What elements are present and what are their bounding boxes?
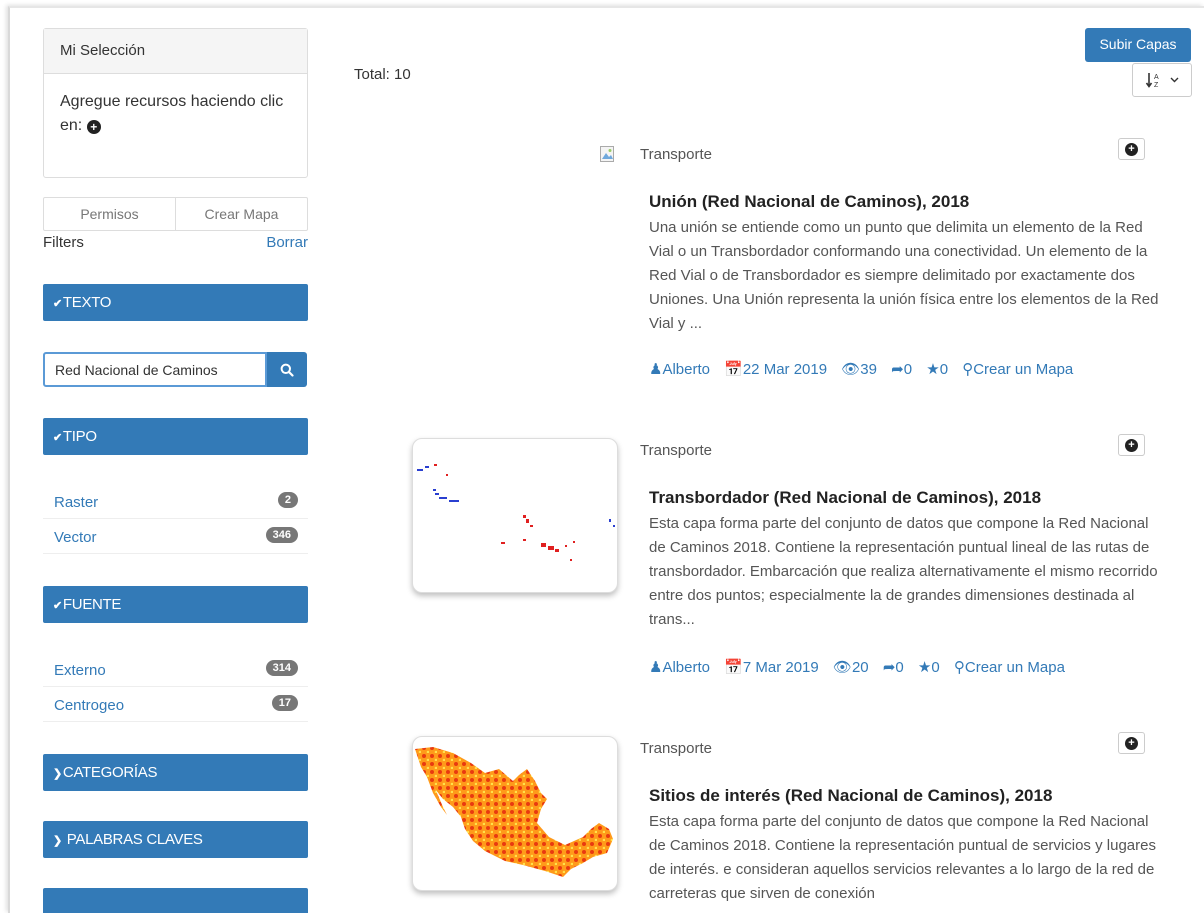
results-total: Total: 10 [354, 66, 411, 83]
stars-count: ★0 [926, 361, 949, 378]
eye-icon: 👁 [841, 361, 861, 378]
sidebar-button-group: Permisos Crear Mapa [43, 197, 308, 231]
result-title[interactable]: Sitios de interés (Red Nacional de Camin… [649, 786, 1052, 806]
count-badge: 17 [271, 695, 298, 711]
map-marker-icon: ⚲ [953, 659, 965, 676]
user-icon: ♟ [649, 361, 663, 378]
tipo-list: Raster 2 Vector 346 [43, 484, 308, 554]
count-badge: 346 [265, 527, 298, 543]
result-category: Transporte [640, 740, 712, 757]
result-description: Esta capa forma parte del conjunto de da… [649, 515, 1158, 628]
result-title[interactable]: Transbordador (Red Nacional de Caminos),… [649, 488, 1041, 508]
facet-tipo-header[interactable]: ✔TIPO [43, 418, 308, 455]
text-search [43, 352, 307, 387]
sort-alpha-icon: A Z [1145, 73, 1159, 89]
svg-text:Z: Z [1154, 82, 1159, 89]
chevron-right-icon: ❯ [53, 835, 62, 847]
facet-fuente-header[interactable]: ✔FUENTE [43, 586, 308, 623]
views-count: 👁20 [832, 659, 869, 676]
ferry-map-preview [417, 464, 615, 561]
broken-image-icon [600, 146, 614, 162]
facet-categorias-label: CATEGORÍAS [62, 764, 158, 781]
search-button[interactable] [267, 352, 307, 387]
result-thumbnail[interactable] [412, 736, 618, 891]
result-description: Una unión se entiende como un punto que … [649, 219, 1159, 332]
selection-title: Mi Selección [44, 29, 307, 74]
facet-tipo-label: TIPO [62, 428, 97, 445]
add-to-selection-button[interactable]: + [1118, 138, 1145, 160]
author-link[interactable]: ♟Alberto [649, 659, 710, 676]
crear-mapa-button[interactable]: Crear Mapa [175, 198, 307, 230]
views-count: 👁39 [841, 361, 877, 378]
result-category: Transporte [640, 146, 712, 163]
facet-palabras-label: PALABRAS CLAVES [66, 831, 203, 848]
list-item-raster[interactable]: Raster 2 [43, 484, 308, 519]
shares-count: ➦0 [882, 659, 904, 676]
plus-circle-icon: + [86, 120, 101, 134]
count-badge: 314 [265, 660, 298, 676]
facet-categorias-header[interactable]: ❯CATEGORÍAS [43, 754, 308, 791]
shares-count: ➦0 [891, 361, 913, 378]
author-link[interactable]: ♟Alberto [649, 361, 710, 378]
list-item-label: Raster [54, 494, 99, 511]
facet-palabras-header[interactable]: ❯ PALABRAS CLAVES [43, 821, 308, 858]
facet-next-header[interactable] [43, 888, 308, 913]
sort-dropdown[interactable]: A Z [1132, 63, 1192, 97]
calendar-icon: 📅 [724, 659, 743, 676]
permisos-button[interactable]: Permisos [44, 198, 175, 230]
star-icon: ★ [926, 361, 940, 378]
page-frame: Mi Selección Agregue recursos haciendo c… [8, 6, 1204, 913]
search-input[interactable] [43, 352, 268, 387]
plus-circle-icon: + [1125, 736, 1138, 750]
chevron-down-icon: ✔ [53, 432, 62, 444]
selection-body: Agregue recursos haciendo clic en: + [44, 74, 307, 154]
result-description: Esta capa forma parte del conjunto de da… [649, 813, 1156, 902]
mexico-heat-map-preview [415, 747, 613, 877]
date-label: 📅7 Mar 2019 [724, 659, 819, 676]
facet-texto-header[interactable]: ✔TEXTO [43, 284, 308, 321]
result-category: Transporte [640, 442, 712, 459]
search-icon [280, 363, 294, 377]
svg-text:A: A [1154, 74, 1159, 81]
chevron-down-icon: ✔ [53, 600, 62, 612]
result-meta: ♟Alberto 📅22 Mar 2019 👁39 ➦0 ★0 ⚲Crear u… [649, 360, 1083, 378]
chevron-right-icon: ❯ [53, 768, 62, 780]
user-icon: ♟ [649, 659, 663, 676]
list-item-centrogeo[interactable]: Centrogeo 17 [43, 687, 308, 722]
map-marker-icon: ⚲ [962, 361, 974, 378]
stars-count: ★0 [917, 659, 940, 676]
fuente-list: Externo 314 Centrogeo 17 [43, 652, 308, 722]
date-label: 📅22 Mar 2019 [724, 361, 828, 378]
list-item-label: Externo [54, 662, 106, 679]
calendar-icon: 📅 [724, 361, 743, 378]
plus-circle-icon: + [1125, 438, 1138, 452]
share-icon: ➦ [882, 659, 896, 676]
list-item-label: Vector [54, 529, 97, 546]
count-badge: 2 [277, 492, 298, 508]
chevron-down-icon: ✔ [53, 298, 62, 310]
filters-header: Filters Borrar [43, 234, 308, 251]
star-icon: ★ [917, 659, 932, 676]
add-to-selection-button[interactable]: + [1118, 732, 1145, 754]
create-map-link[interactable]: ⚲Crear un Mapa [962, 361, 1073, 378]
result-title[interactable]: Unión (Red Nacional de Caminos), 2018 [649, 192, 969, 212]
list-item-externo[interactable]: Externo 314 [43, 652, 308, 687]
facet-fuente-label: FUENTE [62, 596, 122, 613]
result-meta: ♟Alberto 📅7 Mar 2019 👁20 ➦0 ★0 ⚲Crear un… [649, 658, 1075, 676]
selection-panel: Mi Selección Agregue recursos haciendo c… [43, 28, 308, 178]
filters-label: Filters [43, 234, 84, 251]
eye-icon: 👁 [832, 659, 852, 676]
add-to-selection-button[interactable]: + [1118, 434, 1145, 456]
chevron-down-icon [1170, 77, 1179, 83]
share-icon: ➦ [891, 361, 904, 378]
plus-circle-icon: + [1125, 142, 1138, 156]
facet-texto-label: TEXTO [62, 294, 112, 311]
result-thumbnail[interactable] [412, 438, 618, 593]
create-map-link[interactable]: ⚲Crear un Mapa [954, 659, 1065, 676]
clear-filters-link[interactable]: Borrar [266, 234, 308, 251]
upload-layers-button[interactable]: Subir Capas [1085, 28, 1191, 62]
list-item-label: Centrogeo [54, 697, 125, 714]
list-item-vector[interactable]: Vector 346 [43, 519, 308, 554]
